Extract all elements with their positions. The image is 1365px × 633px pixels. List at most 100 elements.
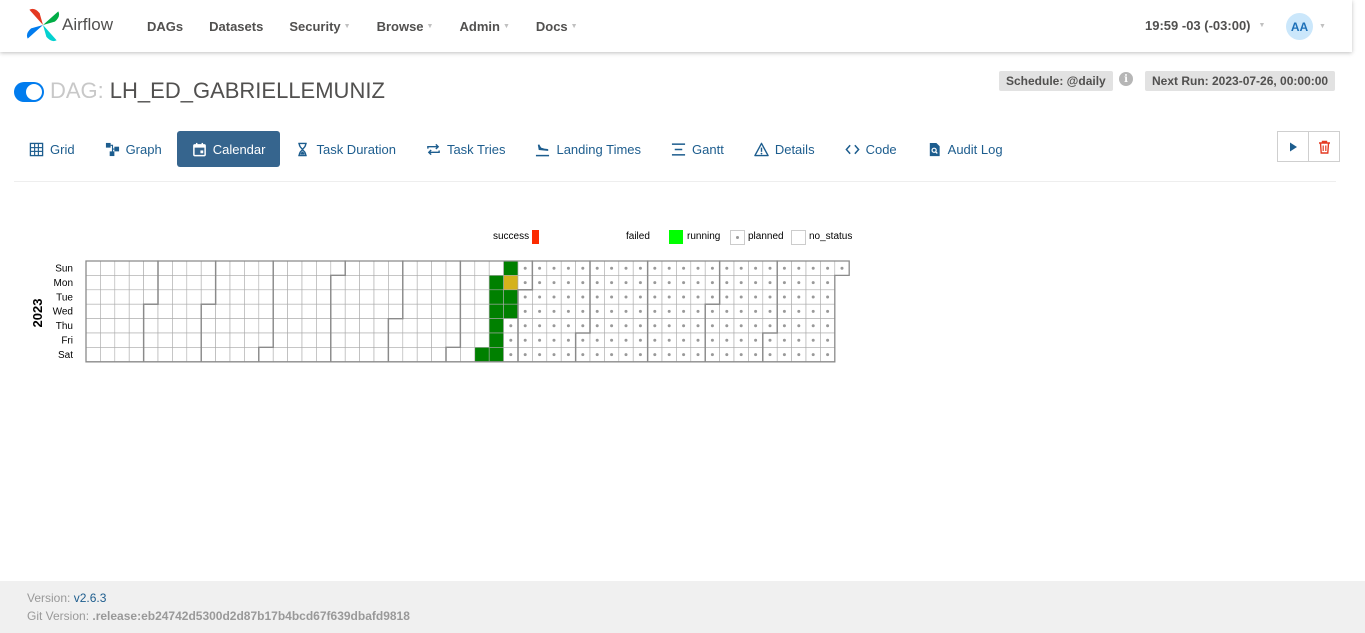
calendar-day-cell [258,275,274,291]
tab-code[interactable]: Code [830,131,912,167]
nav-security[interactable]: Security ▼ [276,19,363,34]
calendar-day-cell [460,318,476,334]
planned-dot [739,309,743,313]
info-icon[interactable]: i [1119,72,1133,86]
calendar-day-cell [143,260,159,276]
tab-code-label: Code [865,141,897,157]
planned-dot [754,295,758,299]
calendar-day-cell [215,318,231,334]
tab-landing-times[interactable]: Landing Times [520,131,656,167]
tab-details[interactable]: Details [739,131,830,167]
calendar-day-cell [229,318,245,334]
calendar-day-cell [359,289,375,305]
nav-datasets[interactable]: Datasets [196,19,276,34]
calendar-day-cell [359,275,375,291]
planned-dot [552,353,556,357]
planned-dot [682,324,686,328]
planned-dot [566,309,570,313]
version-link[interactable]: v2.6.3 [74,591,107,605]
planned-dot [782,338,786,342]
nav-docs-label: Docs [535,18,568,34]
calendar-day-cell [301,289,317,305]
tab-calendar[interactable]: Calendar [176,131,281,167]
calendar-day-cell [244,318,260,334]
calendar-day-cell [85,318,101,334]
planned-dot [782,324,786,328]
calendar-day-cell [388,347,404,363]
calendar-day-cell [474,332,490,348]
planned-dot [782,266,786,270]
planned-dot [682,281,686,285]
gantt-icon [671,142,686,156]
dag-pause-toggle[interactable] [14,82,44,102]
calendar-day-cell [416,289,432,305]
dag-name[interactable]: LH_ED_GABRIELLEMUNIZ [110,78,385,104]
nav-docs[interactable]: Docs ▼ [523,19,591,34]
trash-icon [1318,140,1330,154]
planned-dot [667,295,671,299]
nav-datasets-label: Datasets [209,18,264,34]
tab-audit-log[interactable]: Audit Log [912,131,1018,167]
calendar-day-cell [244,332,260,348]
chevron-down-icon: ▼ [426,22,434,30]
tab-graph[interactable]: Graph [90,131,177,167]
calendar-day-cell [114,347,130,363]
dag-view-tabs: Grid Graph Calendar Task Duration Task T… [14,131,1018,167]
calendar-day-cell [474,275,490,291]
planned-dot [610,324,614,328]
planned-dot [782,295,786,299]
planned-dot [811,266,815,270]
calendar-day-cell [373,260,389,276]
planned-dot [653,281,657,285]
nav-dags[interactable]: DAGs [134,19,196,34]
calendar-day-cell [143,318,159,334]
planned-dot [696,324,700,328]
calendar-day-cell [114,260,130,276]
calendar-icon [192,142,206,156]
planned-dot [811,338,815,342]
calendar-day-cell [186,289,202,305]
calendar-day-cell [114,332,130,348]
chevron-down-icon: ▼ [343,22,351,30]
warning-icon [754,142,769,156]
tab-gantt[interactable]: Gantt [656,131,739,167]
calendar-day-cell [244,260,260,276]
legend-success-label: success [493,231,530,242]
calendar-day-cell [200,289,216,305]
legend-failed-label: failed [626,231,650,242]
avatar: AA [1286,13,1313,40]
grid-icon [29,142,44,156]
timezone-clock[interactable]: 19:59 -03 (-03:00) ▼ [1145,18,1265,33]
calendar-day-cell [244,347,260,363]
clock-text: 19:59 -03 (-03:00) [1145,18,1251,33]
delete-dag-button[interactable] [1309,131,1340,162]
planned-dot [725,309,729,313]
planned-dot [624,324,628,328]
calendar-day-cell [445,260,461,276]
tab-task-tries[interactable]: Task Tries [411,131,521,167]
calendar-day-cell [445,318,461,334]
calendar-legend: success failed running planned no_status [0,229,1365,245]
planned-dot [523,281,527,285]
calendar-day-cell [200,318,216,334]
nav-admin[interactable]: Admin ▼ [446,19,522,34]
calendar-day-cell [186,260,202,276]
calendar-day-cell [229,347,245,363]
calendar-day-cell [244,289,260,305]
planned-dot [826,353,830,357]
nav-browse[interactable]: Browse ▼ [364,19,447,34]
airflow-logo[interactable]: Airflow [26,7,113,43]
planned-dot [682,353,686,357]
user-menu[interactable]: AA ▼ [1286,13,1326,40]
trigger-dag-button[interactable] [1277,131,1309,162]
planned-dot [811,281,815,285]
calendar-day-cell [85,303,101,319]
tab-grid[interactable]: Grid [14,131,90,167]
tab-task-duration[interactable]: Task Duration [280,131,410,167]
planned-dot [581,295,585,299]
planned-dot [552,309,556,313]
calendar-day-cell [301,303,317,319]
planned-dot [682,338,686,342]
top-navbar: Airflow DAGs Datasets Security ▼ Browse ▼ … [0,0,1352,52]
calendar-day-cell [143,303,159,319]
